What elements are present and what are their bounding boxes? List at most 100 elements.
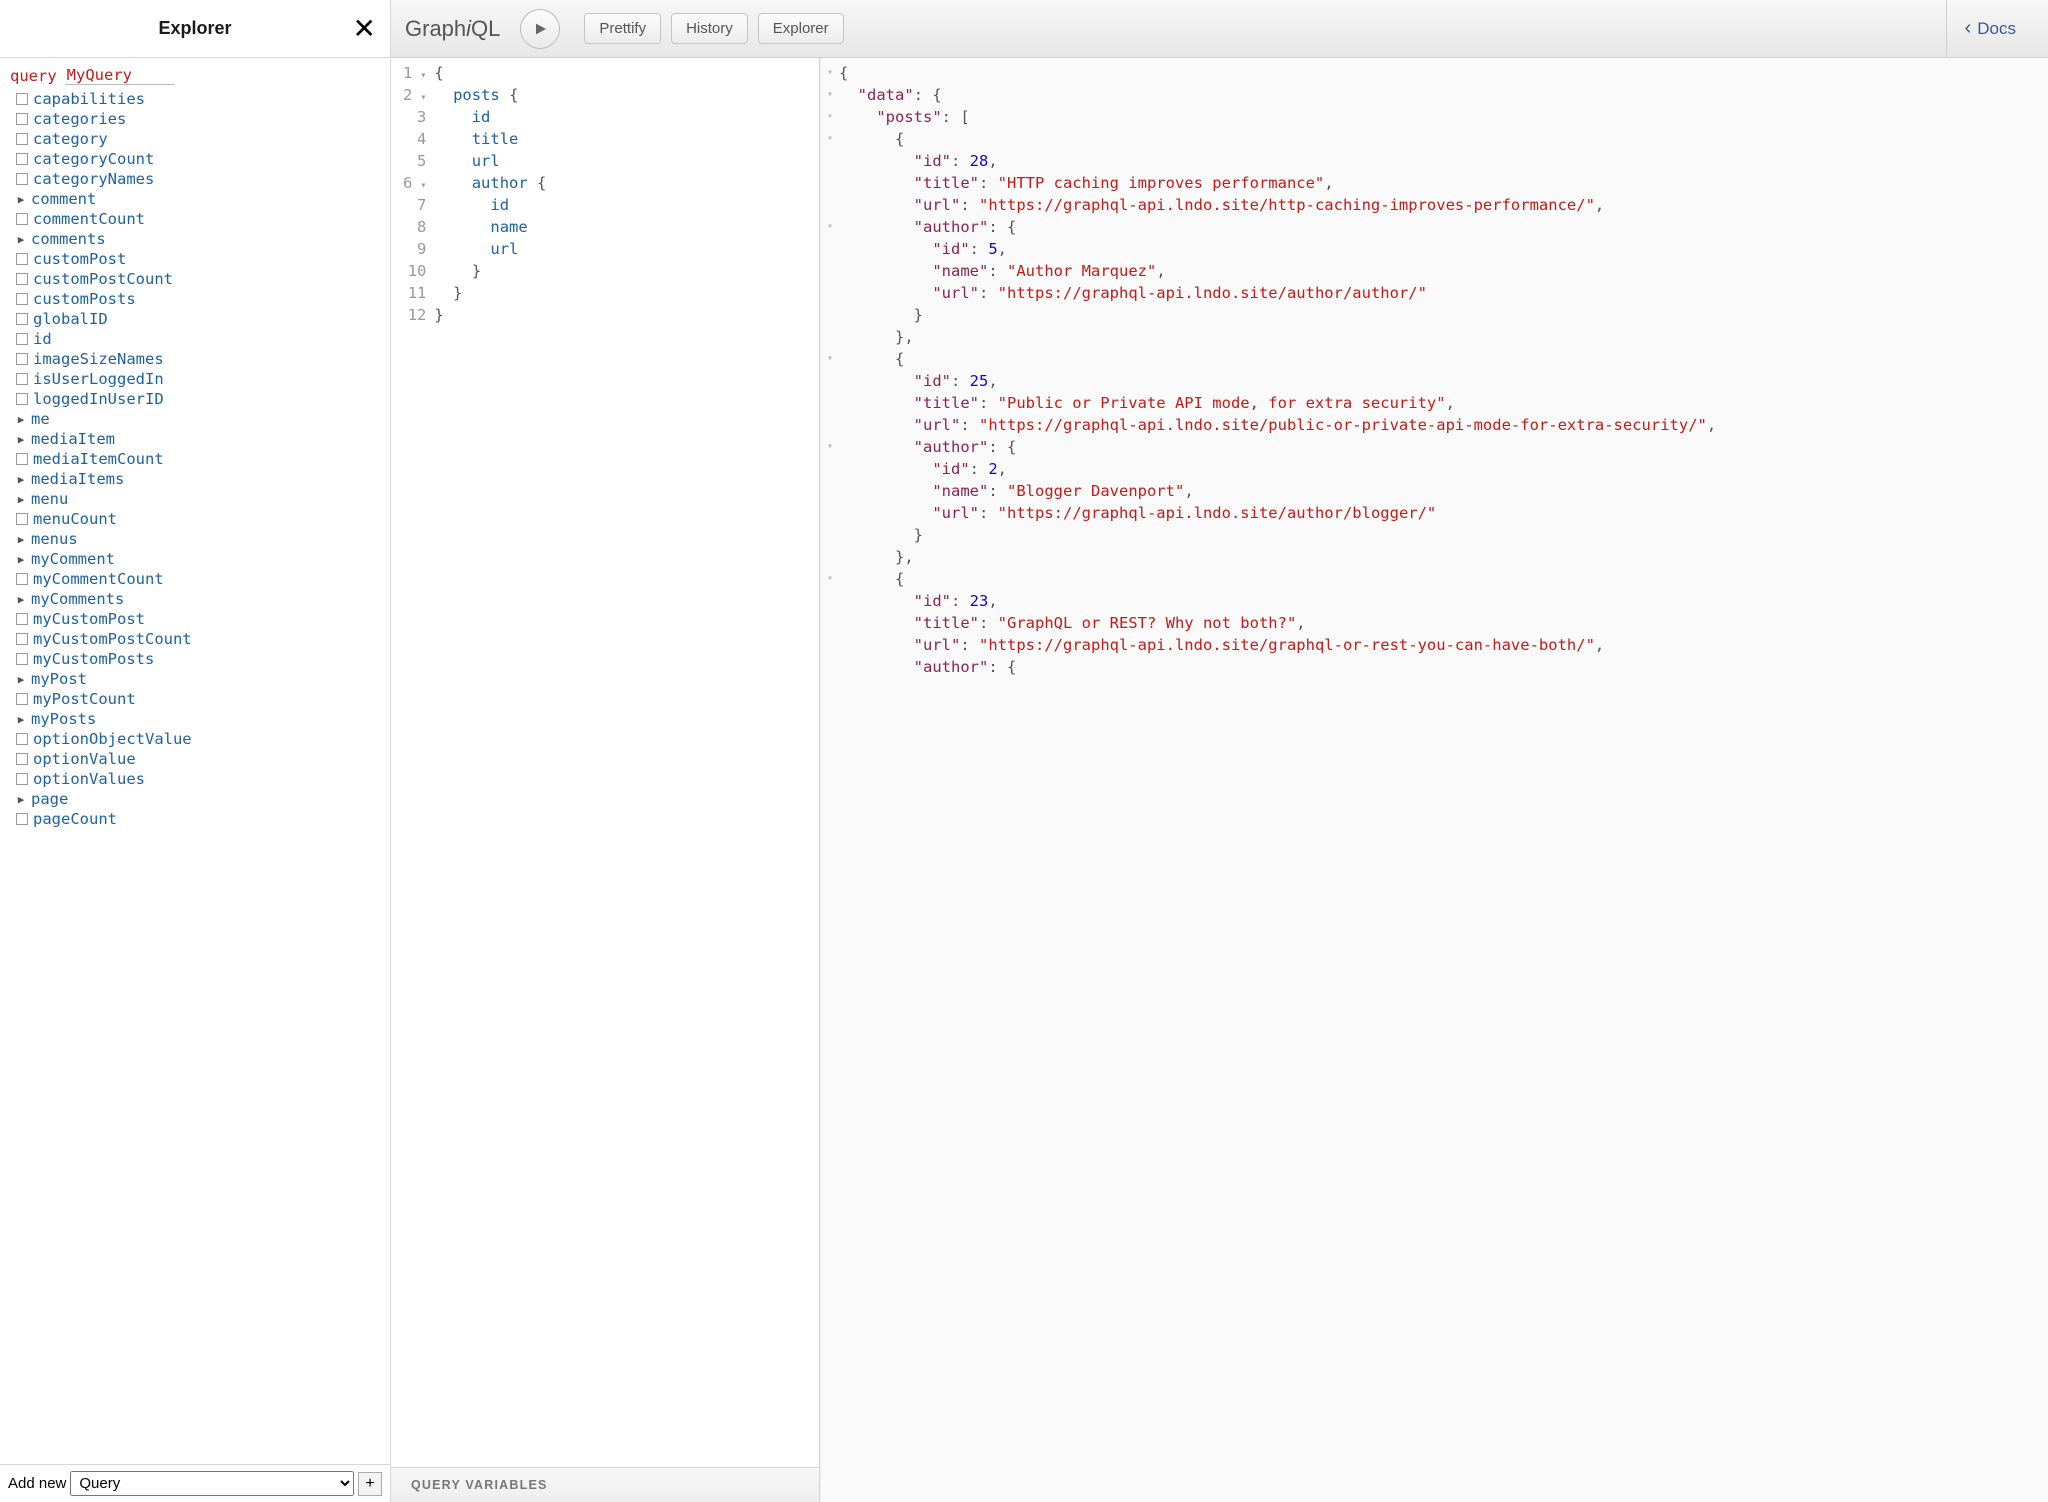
field-label: categories [33, 110, 126, 128]
field-item-myPosts[interactable]: ▶myPosts [16, 709, 380, 729]
field-label: optionObjectValue [33, 730, 192, 748]
toolbar-buttons: Prettify History Explorer [584, 13, 843, 44]
add-operation-button[interactable]: + [358, 1472, 382, 1496]
field-item-categories[interactable]: categories [16, 109, 380, 129]
field-item-customPosts[interactable]: customPosts [16, 289, 380, 309]
explorer-footer: Add new Query + [0, 1464, 390, 1502]
fold-gutter: ▾ [821, 84, 839, 106]
field-item-comment[interactable]: ▶comment [16, 189, 380, 209]
caret-right-icon: ▶ [16, 593, 26, 606]
field-item-myCustomPosts[interactable]: myCustomPosts [16, 649, 380, 669]
add-new-label: Add new [8, 1475, 66, 1492]
checkbox-icon [16, 453, 28, 465]
field-item-optionObjectValue[interactable]: optionObjectValue [16, 729, 380, 749]
field-item-imageSizeNames[interactable]: imageSizeNames [16, 349, 380, 369]
fold-gutter [821, 502, 839, 524]
field-item-myCommentCount[interactable]: myCommentCount [16, 569, 380, 589]
result-line: { [839, 348, 2040, 370]
operation-type-select[interactable]: Query [70, 1471, 354, 1496]
checkbox-icon [16, 313, 28, 325]
field-item-myCustomPost[interactable]: myCustomPost [16, 609, 380, 629]
fold-gutter: ▾ [821, 128, 839, 150]
query-gutter: 1 ▾2 ▾3456 ▾789101112 [391, 62, 434, 1463]
field-label: customPosts [33, 290, 136, 308]
field-label: loggedInUserID [33, 390, 164, 408]
field-item-optionValue[interactable]: optionValue [16, 749, 380, 769]
docs-button[interactable]: ‹ Docs [1946, 0, 2034, 57]
field-label: globalID [33, 310, 108, 328]
field-label: menus [31, 530, 78, 548]
field-item-customPostCount[interactable]: customPostCount [16, 269, 380, 289]
close-icon[interactable]: ✕ [353, 15, 376, 43]
fold-gutter [821, 634, 839, 656]
line-number: 12 [403, 304, 426, 326]
field-item-myComment[interactable]: ▶myComment [16, 549, 380, 569]
fold-gutter [821, 480, 839, 502]
field-label: categoryCount [33, 150, 154, 168]
checkbox-icon [16, 213, 28, 225]
field-item-myPost[interactable]: ▶myPost [16, 669, 380, 689]
execute-button[interactable] [520, 9, 560, 49]
field-label: customPost [33, 250, 126, 268]
field-item-capabilities[interactable]: capabilities [16, 89, 380, 109]
result-line: "url": "https://graphql-api.lndo.site/au… [839, 502, 2040, 524]
query-editor[interactable]: 1 ▾2 ▾3456 ▾789101112 { posts { id title… [391, 58, 819, 1467]
graphiql-panel: GraphiQL Prettify History Explorer ‹ Doc… [391, 0, 2048, 1502]
field-item-mediaItem[interactable]: ▶mediaItem [16, 429, 380, 449]
code-line: url [434, 238, 819, 260]
query-lines: { posts { id title url author { id name … [434, 62, 819, 1463]
field-item-myComments[interactable]: ▶myComments [16, 589, 380, 609]
fold-gutter [821, 414, 839, 436]
caret-right-icon: ▶ [16, 473, 26, 486]
field-item-menus[interactable]: ▶menus [16, 529, 380, 549]
field-item-isUserLoggedIn[interactable]: isUserLoggedIn [16, 369, 380, 389]
field-item-mediaItemCount[interactable]: mediaItemCount [16, 449, 380, 469]
field-label: imageSizeNames [33, 350, 164, 368]
field-label: mediaItemCount [33, 450, 164, 468]
field-item-comments[interactable]: ▶comments [16, 229, 380, 249]
line-number: 10 [403, 260, 426, 282]
field-item-commentCount[interactable]: commentCount [16, 209, 380, 229]
history-button[interactable]: History [671, 13, 748, 44]
line-number: 3 [403, 106, 426, 128]
fold-gutter [821, 172, 839, 194]
result-line: "author": { [839, 216, 2040, 238]
field-item-globalID[interactable]: globalID [16, 309, 380, 329]
chevron-left-icon: ‹ [1965, 17, 1972, 40]
field-item-optionValues[interactable]: optionValues [16, 769, 380, 789]
checkbox-icon [16, 273, 28, 285]
field-item-category[interactable]: category [16, 129, 380, 149]
query-variables-bar[interactable]: QUERY VARIABLES [391, 1467, 819, 1502]
line-number: 1 ▾ [403, 62, 426, 84]
field-item-categoryNames[interactable]: categoryNames [16, 169, 380, 189]
result-lines[interactable]: { "data": { "posts": [ { "id": 28, "titl… [839, 62, 2048, 1498]
fold-gutter: ▾ [821, 62, 839, 84]
fold-gutter [821, 304, 839, 326]
field-item-myPostCount[interactable]: myPostCount [16, 689, 380, 709]
query-name-input[interactable] [65, 66, 175, 85]
field-item-menu[interactable]: ▶menu [16, 489, 380, 509]
checkbox-icon [16, 373, 28, 385]
field-item-customPost[interactable]: customPost [16, 249, 380, 269]
checkbox-icon [16, 153, 28, 165]
fold-gutter [821, 326, 839, 348]
result-line: "name": "Author Marquez", [839, 260, 2040, 282]
explorer-button[interactable]: Explorer [758, 13, 844, 44]
field-label: comments [31, 230, 106, 248]
result-line: "id": 25, [839, 370, 2040, 392]
field-item-me[interactable]: ▶me [16, 409, 380, 429]
prettify-button[interactable]: Prettify [584, 13, 661, 44]
field-label: myComment [31, 550, 115, 568]
field-item-loggedInUserID[interactable]: loggedInUserID [16, 389, 380, 409]
field-item-mediaItems[interactable]: ▶mediaItems [16, 469, 380, 489]
field-item-myCustomPostCount[interactable]: myCustomPostCount [16, 629, 380, 649]
field-item-id[interactable]: id [16, 329, 380, 349]
field-item-pageCount[interactable]: pageCount [16, 809, 380, 829]
field-item-page[interactable]: ▶page [16, 789, 380, 809]
line-number: 11 [403, 282, 426, 304]
field-item-categoryCount[interactable]: categoryCount [16, 149, 380, 169]
field-label: me [31, 410, 50, 428]
topbar: GraphiQL Prettify History Explorer ‹ Doc… [391, 0, 2048, 58]
checkbox-icon [16, 653, 28, 665]
field-item-menuCount[interactable]: menuCount [16, 509, 380, 529]
